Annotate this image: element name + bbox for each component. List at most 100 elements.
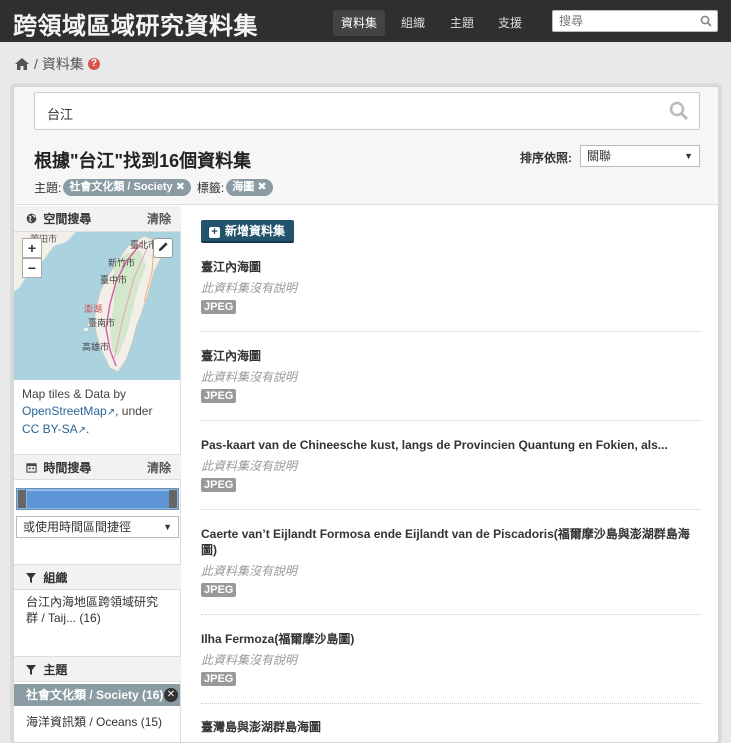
external-link-icon: ↗	[77, 425, 86, 436]
dataset-item: 臺江內海圖 此資料集沒有說明 JPEG	[201, 348, 701, 421]
topic-facet-header: 主題	[14, 656, 181, 682]
nav-organizations[interactable]: 組織	[393, 10, 433, 36]
nav-support[interactable]: 支援	[490, 10, 530, 36]
temporal-clear-link[interactable]: 清除	[147, 455, 171, 481]
map-label-gaoxiong: 高雄市	[82, 342, 110, 352]
breadcrumb-current[interactable]: 資料集	[42, 54, 84, 74]
globe-icon	[26, 213, 37, 224]
query-text[interactable]: 台江	[47, 104, 73, 123]
time-shortcut-value: 或使用時間區間捷徑	[23, 520, 132, 534]
add-dataset-button[interactable]: + 新增資料集	[201, 220, 295, 243]
spatial-clear-link[interactable]: 清除	[147, 206, 171, 232]
divider	[201, 614, 701, 615]
breadcrumb-separator: /	[34, 56, 38, 72]
organization-facet-item[interactable]: 台江內海地區跨領域研究群 / Taij... (16)	[14, 594, 180, 630]
topic-facet-item-label: 社會文化類 / Society (16)	[26, 688, 164, 702]
map-label-xinzhu: 新竹市	[108, 258, 136, 268]
nav-datasets[interactable]: 資料集	[333, 10, 386, 36]
map-label-tainan: 臺南市	[88, 318, 116, 328]
divider	[201, 331, 701, 332]
nav-topics[interactable]: 主題	[442, 10, 482, 36]
time-shortcut-select[interactable]: 或使用時間區間捷徑 ▼	[16, 516, 179, 538]
query-input[interactable]: 台江	[34, 92, 700, 130]
organization-facet-header: 組織	[14, 564, 181, 590]
license-link[interactable]: CC BY-SA	[22, 422, 78, 436]
search-header: 台江 根據"台江"找到16個資料集 排序依照: 關聯 ▼ 主題: 社會文化類 /…	[14, 87, 718, 205]
home-icon[interactable]	[14, 57, 30, 71]
temporal-search-title: 時間搜尋	[43, 461, 92, 475]
time-range-slider[interactable]	[16, 488, 179, 510]
attribution-end: .	[85, 422, 90, 436]
breadcrumb: / 資料集 ?	[14, 55, 100, 73]
tag-filter-pill[interactable]: 海圖 ✖	[226, 179, 273, 196]
sidebar: 空間搜尋 清除 莆田市 臺北市 新竹市 臺中市 澎湖 臺南市 高雄市 + − M…	[14, 206, 181, 742]
header-search	[552, 10, 718, 32]
map-attribution: Map tiles & Data by OpenStreetMap↗, unde…	[22, 386, 172, 439]
main-panel: 台江 根據"台江"找到16個資料集 排序依照: 關聯 ▼ 主題: 社會文化類 /…	[13, 86, 719, 743]
dataset-item: Caerte van’t Eijlandt Formosa ende Eijla…	[201, 526, 701, 615]
topic-filter-label: 主題:	[34, 181, 62, 195]
osm-link[interactable]: OpenStreetMap	[22, 404, 107, 418]
topic-filter-pill[interactable]: 社會文化類 / Society ✖	[63, 179, 191, 196]
dataset-description: 此資料集沒有說明	[201, 370, 298, 384]
zoom-out-button[interactable]: −	[22, 258, 42, 278]
dataset-title[interactable]: Caerte van’t Eijlandt Formosa ende Eijla…	[201, 526, 701, 558]
dataset-description: 此資料集沒有說明	[201, 653, 298, 667]
format-badge[interactable]: JPEG	[201, 583, 237, 597]
active-filters: 主題: 社會文化類 / Society ✖ 標籤: 海圖 ✖	[34, 179, 279, 196]
sort-select[interactable]: 關聯 ▼	[580, 145, 700, 167]
spatial-search-title: 空間搜尋	[43, 212, 92, 226]
divider	[201, 509, 701, 510]
remove-icon[interactable]: ✖	[176, 181, 185, 193]
format-badge[interactable]: JPEG	[201, 478, 237, 492]
spatial-search-header: 空間搜尋 清除	[14, 206, 181, 232]
map-view[interactable]: 莆田市 臺北市 新竹市 臺中市 澎湖 臺南市 高雄市 + −	[14, 232, 180, 380]
site-title[interactable]: 跨領域區域研究資料集	[13, 6, 258, 41]
format-badge[interactable]: JPEG	[201, 389, 237, 403]
sort-value: 關聯	[587, 149, 612, 163]
chevron-down-icon: ▼	[684, 151, 693, 161]
add-dataset-label: 新增資料集	[225, 224, 286, 238]
topic-facet-item-active[interactable]: 社會文化類 / Society (16) ✕	[14, 684, 180, 706]
chevron-down-icon: ▼	[163, 522, 172, 532]
filter-icon	[26, 573, 36, 583]
divider	[201, 420, 701, 421]
dataset-title[interactable]: Pas-kaart van de Chineesche kust, langs …	[201, 437, 701, 453]
dataset-title[interactable]: 臺江內海圖	[201, 348, 701, 364]
dataset-title[interactable]: 臺江內海圖	[201, 259, 701, 275]
tag-filter-value: 海圖	[232, 181, 255, 193]
dataset-description: 此資料集沒有說明	[201, 564, 298, 578]
search-submit-icon[interactable]	[669, 101, 689, 121]
external-link-icon: ↗	[106, 407, 116, 418]
time-range-start-handle[interactable]	[18, 490, 26, 508]
attribution-mid: , under	[115, 404, 153, 418]
draw-area-button[interactable]	[153, 238, 173, 258]
pencil-icon	[158, 242, 168, 252]
help-icon[interactable]: ?	[87, 58, 100, 70]
format-badge[interactable]: JPEG	[201, 300, 237, 314]
dataset-title[interactable]: 臺灣島與澎湖群島海圖	[201, 719, 701, 735]
organization-facet-title: 組織	[43, 571, 68, 585]
topic-filter-value: 社會文化類 / Society	[69, 181, 173, 193]
topic-facet-item[interactable]: 海洋資訊類 / Oceans (15)	[14, 714, 180, 730]
dataset-title[interactable]: Ilha Fermoza(福爾摩沙島圖)	[201, 631, 701, 647]
attribution-prefix: Map tiles & Data by	[22, 387, 127, 401]
time-range-end-handle[interactable]	[169, 490, 177, 508]
top-navbar: 跨領域區域研究資料集 資料集 組織 主題 支援	[0, 0, 731, 42]
sort-label: 排序依照:	[520, 151, 572, 165]
dataset-item: 臺灣島與澎湖群島海圖	[201, 719, 701, 735]
header-search-input[interactable]	[553, 11, 693, 31]
format-badge[interactable]: JPEG	[201, 672, 237, 686]
map-label-taizhong: 臺中市	[100, 275, 128, 285]
remove-icon[interactable]: ✖	[257, 181, 266, 193]
search-icon[interactable]	[700, 15, 712, 27]
dataset-item: 臺江內海圖 此資料集沒有說明 JPEG	[201, 259, 701, 332]
dataset-item: Pas-kaart van de Chineesche kust, langs …	[201, 437, 701, 510]
divider	[201, 703, 701, 704]
dataset-item: Ilha Fermoza(福爾摩沙島圖) 此資料集沒有說明 JPEG	[201, 631, 701, 704]
map-label-penghu: 澎湖	[84, 304, 103, 314]
dataset-description: 此資料集沒有說明	[201, 459, 298, 473]
zoom-in-button[interactable]: +	[22, 238, 42, 258]
results-count-title: 根據"台江"找到16個資料集	[34, 151, 252, 171]
remove-circle-icon[interactable]: ✕	[164, 688, 178, 702]
